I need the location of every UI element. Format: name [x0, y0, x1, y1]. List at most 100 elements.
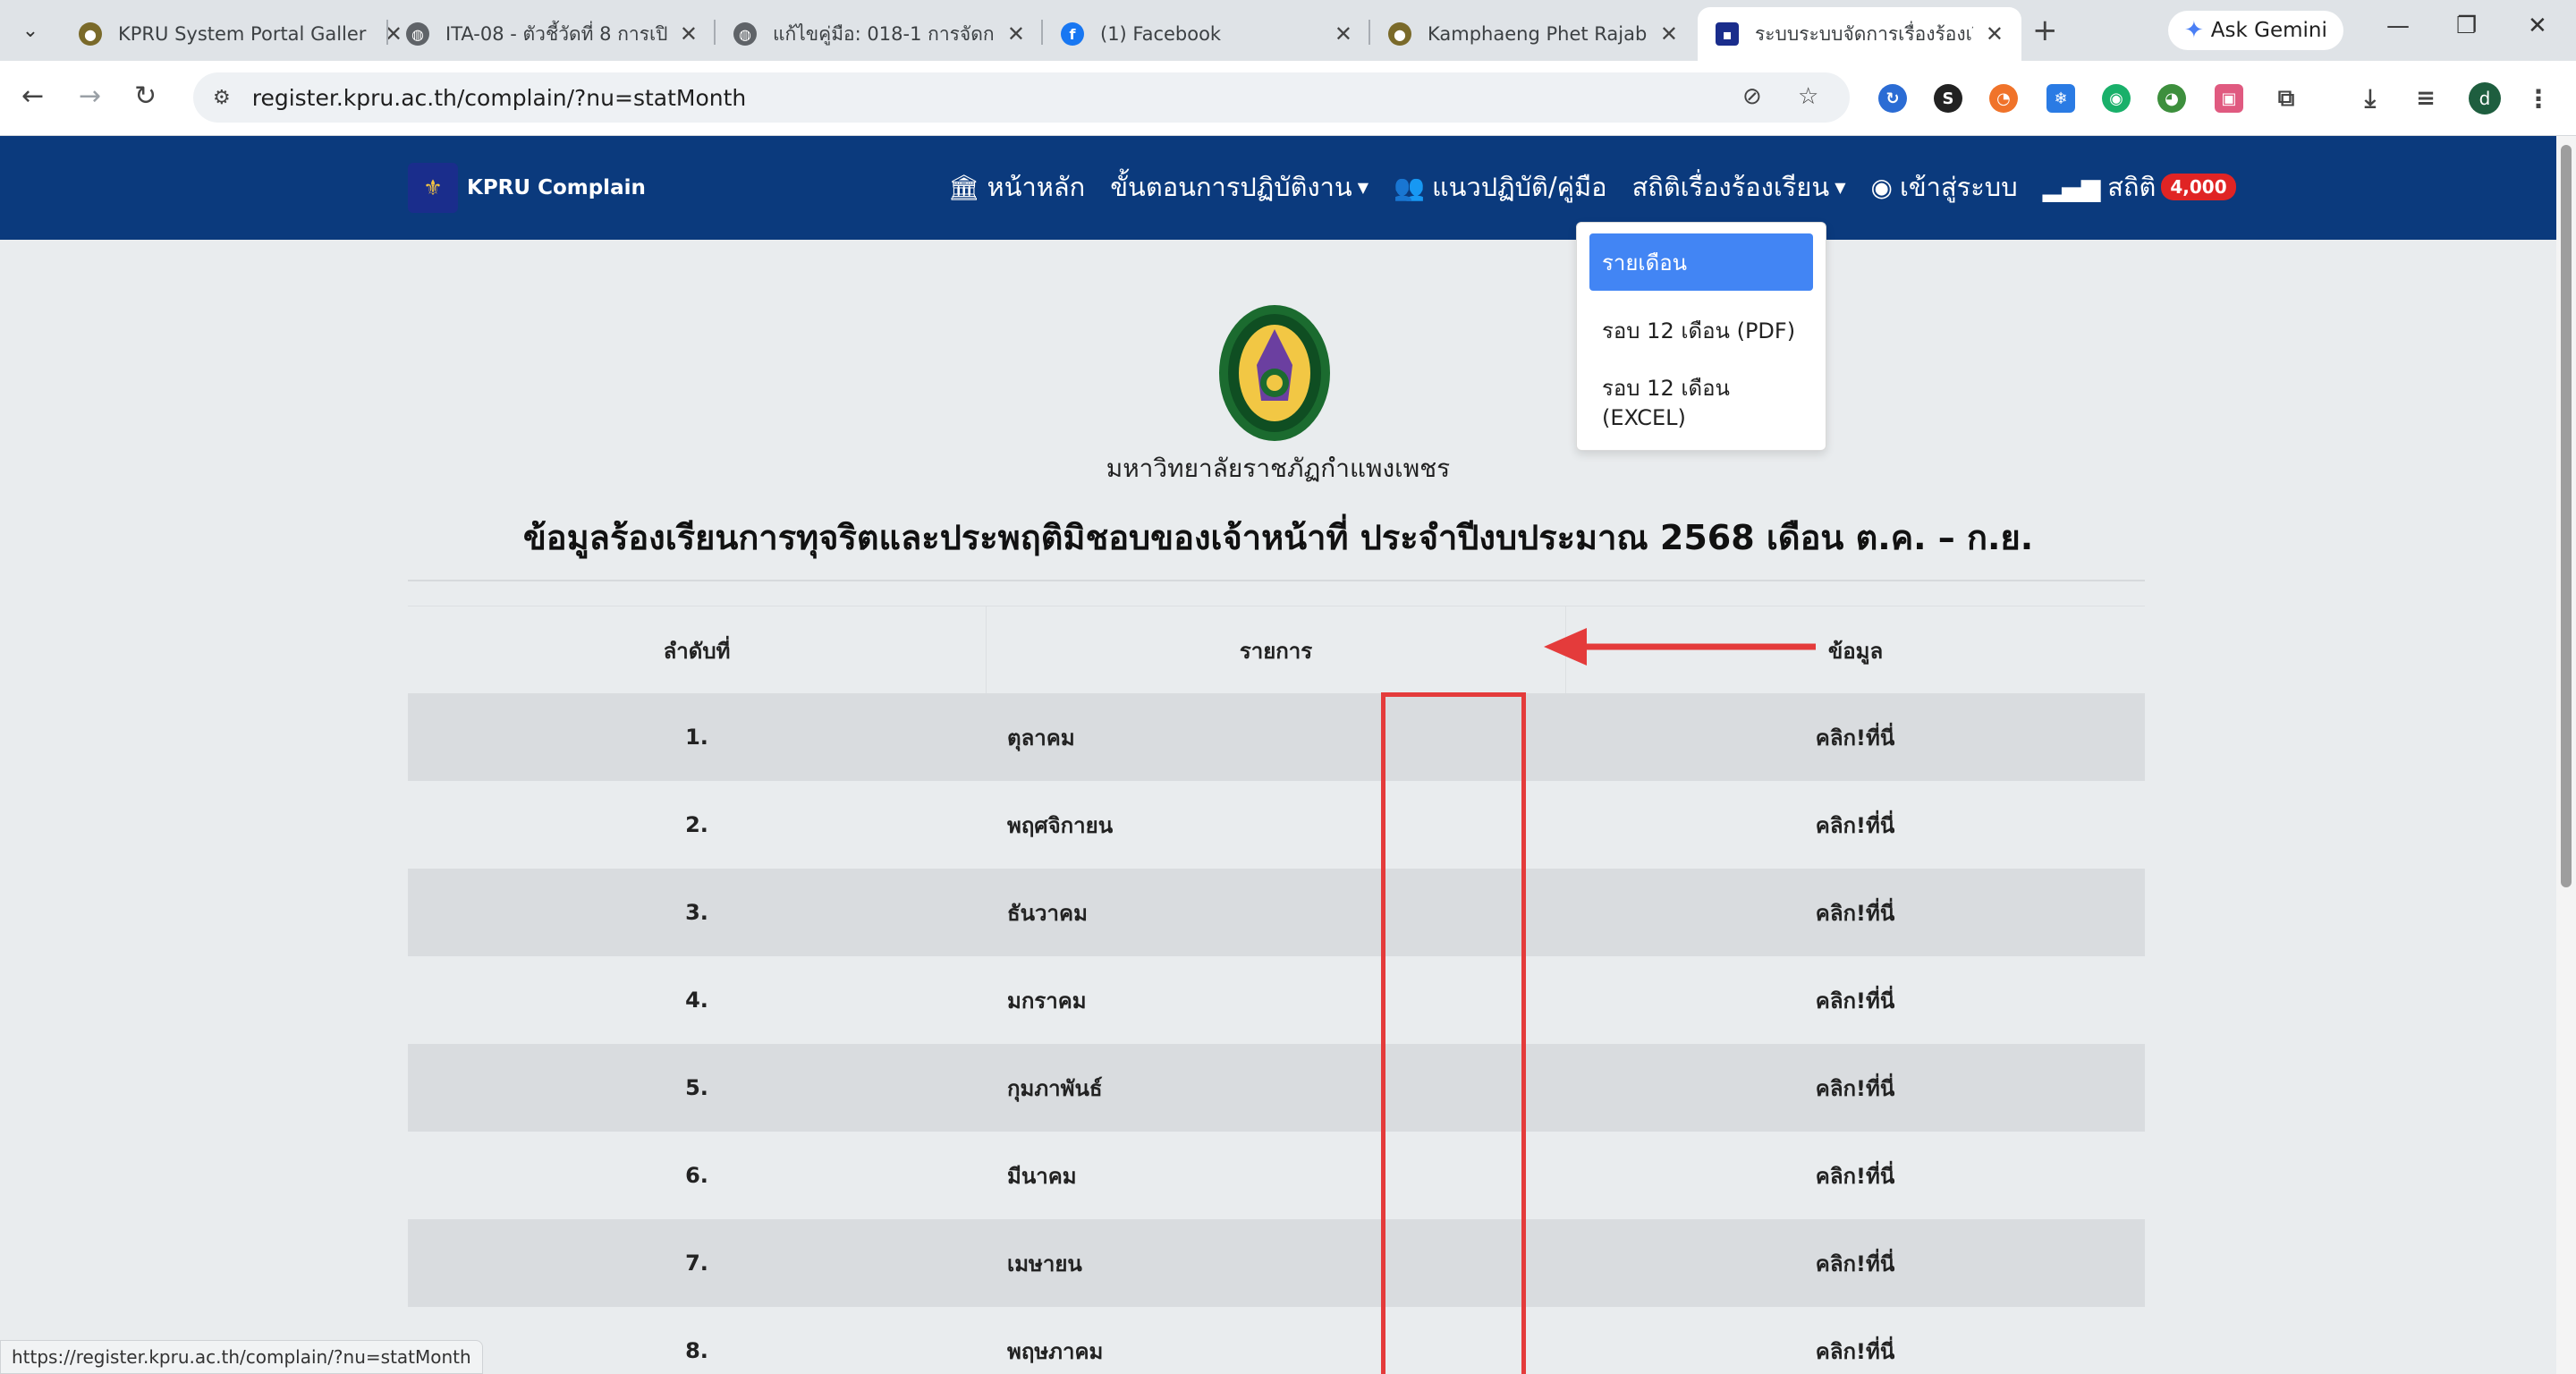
nav-guidelines[interactable]: 👥 แนวปฏิบัติ/คู่มือ — [1394, 166, 1607, 208]
dropdown-item-12-months-pdf[interactable]: รอบ 12 เดือน (PDF) — [1589, 301, 1813, 359]
click-here-link[interactable]: คลิก!ที่นี่ — [1816, 1246, 1894, 1281]
globe-icon: ◍ — [406, 22, 429, 46]
back-button[interactable]: ← — [21, 81, 44, 112]
complain-icon: ▪ — [1716, 22, 1739, 46]
nav-stats[interactable]: ▂▄▆ สถิติ 4,000 — [2043, 166, 2236, 208]
close-icon[interactable]: ✕ — [1660, 21, 1678, 47]
divider — [408, 580, 2145, 581]
blue-extension-icon[interactable]: ❄ — [2046, 84, 2075, 113]
click-here-link[interactable]: คลิก!ที่นี่ — [1816, 720, 1894, 755]
browser-tab-4[interactable]: f (1) Facebook ✕ — [1043, 7, 1370, 61]
eye-off-icon[interactable]: ⊘ — [1742, 83, 1762, 110]
page-scrollbar[interactable] — [2556, 136, 2576, 1374]
media-control-icon[interactable]: ≡ — [2411, 84, 2440, 113]
header-item: รายการ — [986, 606, 1565, 694]
download-icon[interactable]: ⤓ — [2356, 83, 2385, 113]
kpru-complain-logo: ⚜ — [408, 163, 458, 213]
browser-tab-2[interactable]: ◍ ITA-08 - ตัวชี้วัดที่ 8 การเปิดเ ✕ — [388, 7, 716, 61]
profile-avatar[interactable]: d — [2469, 82, 2501, 114]
university-seal — [1219, 305, 1330, 441]
url-text[interactable]: register.kpru.ac.th/complain/?nu=statMon… — [252, 85, 747, 111]
sync-extension-icon[interactable]: ↻ — [1878, 84, 1907, 113]
nav-label: สถิติ — [2107, 172, 2157, 202]
bookmark-star-icon[interactable]: ☆ — [1798, 83, 1818, 110]
gemini-sparkle-icon: ✦ — [2184, 17, 2204, 44]
web-page: ⚜ KPRU Complain 🏛 หน้าหลัก ขั้นตอนการปฏิ… — [0, 136, 2556, 1374]
row-number: 3. — [685, 900, 708, 925]
row-number: 4. — [685, 988, 708, 1013]
tab-search-button[interactable]: ⌄ — [13, 13, 48, 48]
click-here-link[interactable]: คลิก!ที่นี่ — [1816, 1334, 1894, 1369]
nav-label: เข้าสู่ระบบ — [1899, 172, 2018, 202]
annotation-highlight-box — [1381, 692, 1526, 1374]
browser-toolbar: ← → ↻ ⚙ register.kpru.ac.th/complain/?nu… — [0, 61, 2576, 136]
globe-extension-icon[interactable]: ◕ — [2157, 84, 2186, 113]
restore-button[interactable]: ❐ — [2456, 13, 2477, 39]
table-row: 3. ธันวาคม คลิก!ที่นี่ — [408, 869, 2145, 956]
caret-down-icon: ▼ — [1357, 178, 1369, 196]
pink-extension-icon[interactable]: ▣ — [2215, 84, 2243, 113]
caret-down-icon: ▼ — [1835, 178, 1846, 196]
close-icon[interactable]: ✕ — [680, 21, 698, 47]
page-title: ข้อมูลร้องเรียนการทุจริตและประพฤติมิชอบข… — [522, 518, 2034, 557]
ask-gemini-button[interactable]: ✦ Ask Gemini — [2168, 11, 2343, 50]
row-number: 7. — [685, 1251, 708, 1276]
nav-complaint-stats[interactable]: สถิติเรื่องร้องเรียน ▼ — [1632, 166, 1846, 208]
green-extension-icon[interactable]: ◉ — [2102, 84, 2131, 113]
click-here-link[interactable]: คลิก!ที่นี่ — [1816, 1071, 1894, 1106]
tab-strip: ⌄ ● KPRU System Portal Galler ✕ ◍ ITA-08… — [0, 0, 2576, 61]
table-row: 7. เมษายน คลิก!ที่นี่ — [408, 1219, 2145, 1307]
row-number: 5. — [685, 1075, 708, 1100]
reload-button[interactable]: ↻ — [134, 81, 157, 112]
row-number: 2. — [685, 812, 708, 837]
browser-tab-1[interactable]: ● KPRU System Portal Galler ✕ — [61, 7, 420, 61]
close-icon[interactable]: ✕ — [1007, 21, 1025, 47]
click-here-link[interactable]: คลิก!ที่นี่ — [1816, 983, 1894, 1018]
click-here-link[interactable]: คลิก!ที่นี่ — [1816, 1158, 1894, 1193]
nav-home[interactable]: 🏛 หน้าหลัก — [948, 166, 1085, 208]
scrollbar-thumb[interactable] — [2561, 145, 2572, 887]
users-icon: 👥 — [1394, 172, 1425, 202]
tab-label: ITA-08 - ตัวชี้วัดที่ 8 การเปิดเ — [445, 22, 667, 45]
chevron-down-icon: ⌄ — [21, 19, 39, 42]
nav-label: แนวปฏิบัติ/คู่มือ — [1431, 172, 1607, 202]
tab-label: Kamphaeng Phet Rajabha — [1428, 23, 1648, 45]
nav-login[interactable]: ◉ เข้าสู่ระบบ — [1871, 166, 2018, 208]
close-icon[interactable]: ✕ — [1335, 21, 1352, 47]
browser-tab-5[interactable]: ● Kamphaeng Phet Rajabha ✕ — [1370, 7, 1696, 61]
s-extension-icon[interactable]: S — [1934, 84, 1962, 113]
browser-tab-active[interactable]: ▪ ระบบระบบจัดการเรื่องร้องเรียน ✕ — [1698, 7, 2021, 61]
close-icon[interactable]: ✕ — [1986, 21, 2004, 47]
minimize-button[interactable]: — — [2386, 13, 2410, 39]
click-here-link[interactable]: คลิก!ที่นี่ — [1816, 808, 1894, 843]
new-tab-button[interactable]: + — [2032, 13, 2058, 48]
browser-tab-3[interactable]: ◍ แก้ไขคู่มือ: 018-1 การจัดการเ ✕ — [716, 7, 1043, 61]
orange-extension-icon[interactable]: ◔ — [1989, 84, 2018, 113]
kpru-seal-icon: ● — [1388, 22, 1411, 46]
row-number: 8. — [685, 1338, 708, 1363]
window-close-button[interactable]: ✕ — [2528, 13, 2547, 39]
click-here-link[interactable]: คลิก!ที่นี่ — [1816, 895, 1894, 930]
bank-icon: 🏛 — [948, 172, 980, 202]
gemini-label: Ask Gemini — [2210, 19, 2327, 42]
kebab-menu-icon[interactable]: ⋮ — [2524, 84, 2553, 114]
dropdown-item-monthly[interactable]: รายเดือน — [1589, 233, 1813, 291]
puzzle-extensions-icon[interactable]: ⧉ — [2272, 84, 2301, 113]
forward-button[interactable]: → — [79, 81, 101, 112]
header-number: ลำดับที่ — [663, 638, 731, 664]
table-row: 1. ตุลาคม คลิก!ที่นี่ — [408, 693, 2145, 781]
tab-label: ระบบระบบจัดการเรื่องร้องเรียน — [1755, 22, 1973, 45]
row-number: 6. — [685, 1163, 708, 1188]
site-settings-icon[interactable]: ⚙ — [213, 87, 231, 109]
tab-label: (1) Facebook — [1100, 23, 1222, 45]
address-bar[interactable]: ⚙ register.kpru.ac.th/complain/?nu=statM… — [193, 72, 1850, 123]
nav-procedures[interactable]: ขั้นตอนการปฏิบัติงาน ▼ — [1110, 166, 1368, 208]
table-row: 6. มีนาคม คลิก!ที่นี่ — [408, 1132, 2145, 1219]
university-name: มหาวิทยาลัยราชภัฏกำแพงเพชร — [1106, 454, 1451, 483]
kpru-seal-icon: ● — [79, 22, 102, 46]
nav-menu: 🏛 หน้าหลัก ขั้นตอนการปฏิบัติงาน ▼ 👥 แนวป… — [948, 166, 2261, 208]
brand[interactable]: ⚜ KPRU Complain — [408, 163, 646, 213]
dropdown-item-12-months-excel[interactable]: รอบ 12 เดือน (EXCEL) — [1589, 371, 1813, 430]
table-row: 4. มกราคม คลิก!ที่นี่ — [408, 956, 2145, 1044]
nav-label: ขั้นตอนการปฏิบัติงาน — [1110, 172, 1352, 202]
